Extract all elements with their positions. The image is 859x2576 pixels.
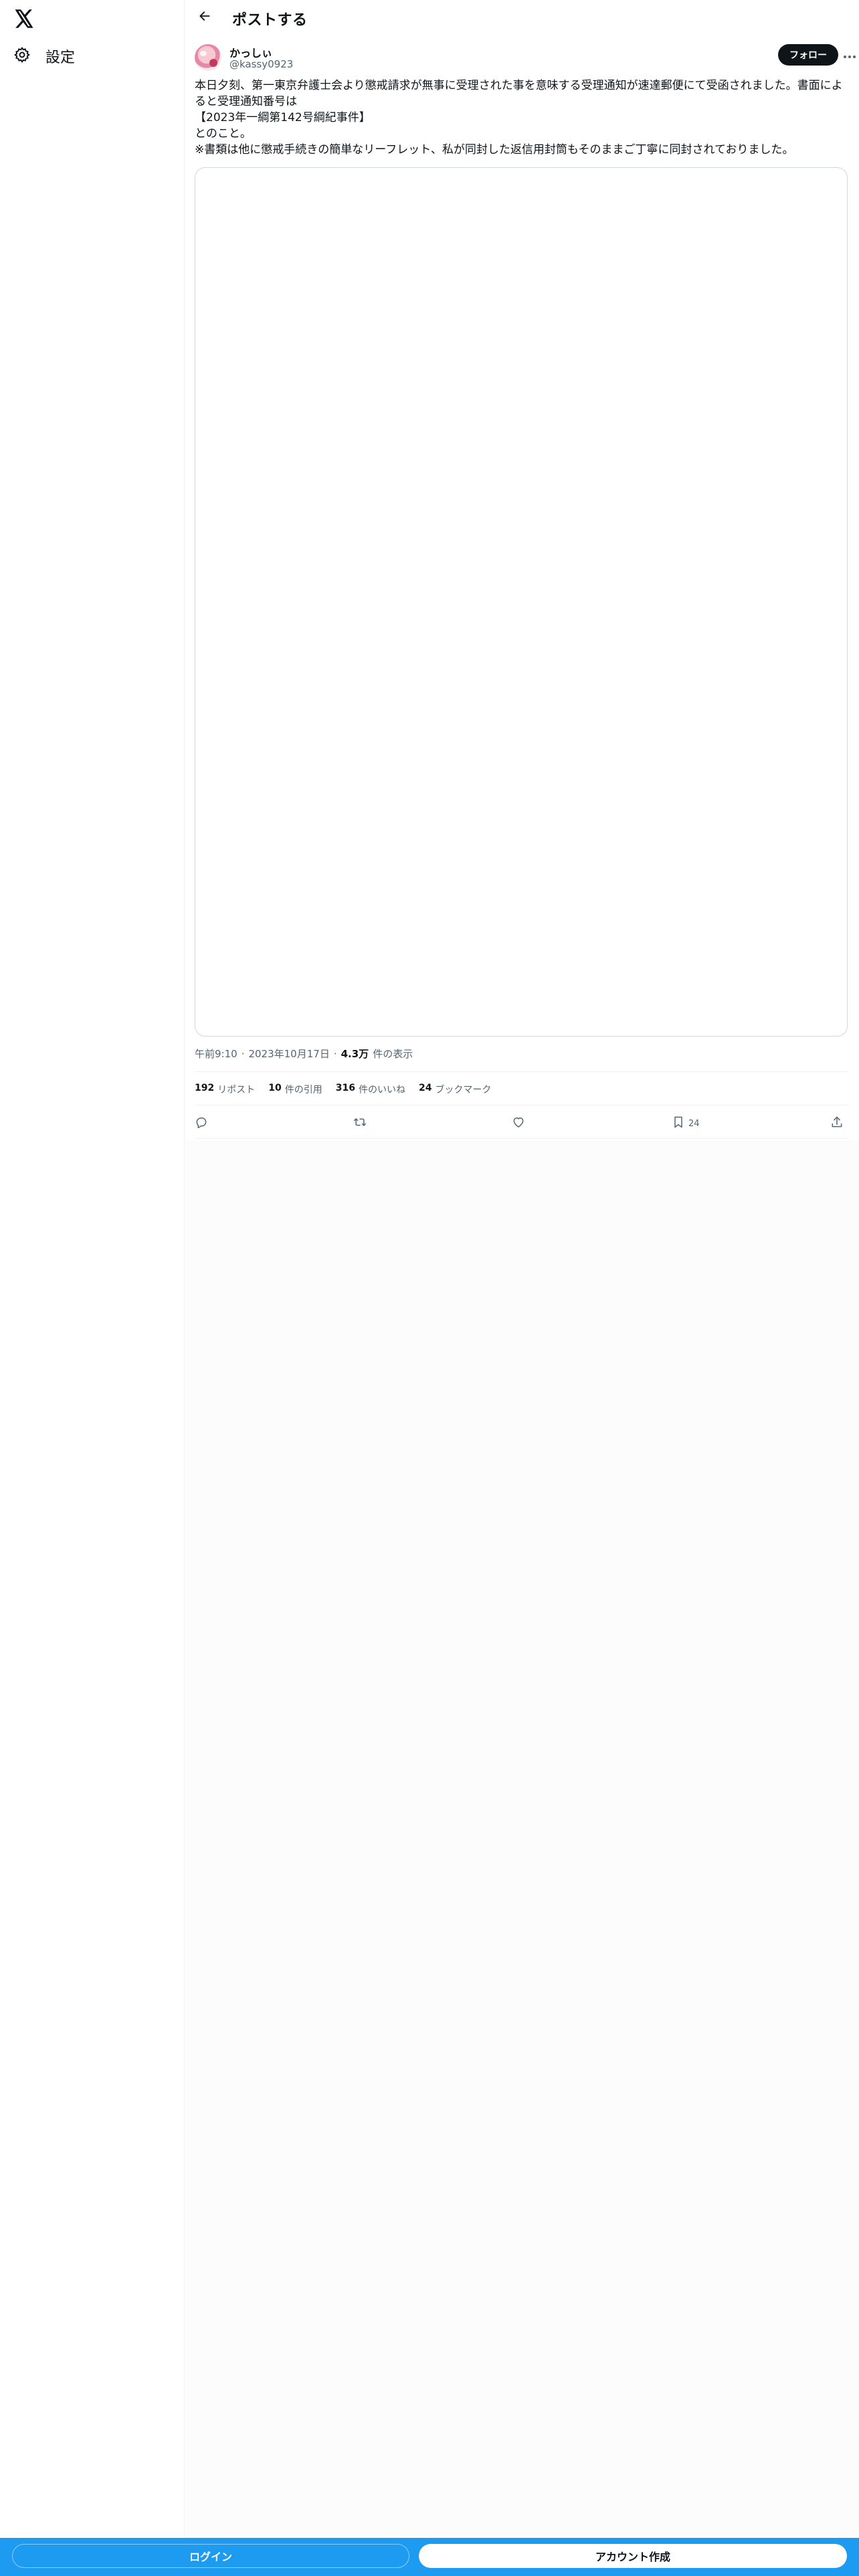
bookmark-icon <box>672 1115 684 1132</box>
post-text: 本日夕刻、第一東京弁護士会より懲戒請求が無事に受理された事を意味する受理通知が速… <box>195 79 843 156</box>
more-button[interactable] <box>841 45 858 64</box>
main-column: ポストする かっしぃ @kassy0923 フォロー 本日夕刻、第一東京弁護士会… <box>185 0 859 2576</box>
post-date[interactable]: 2023年10月17日 <box>248 1047 329 1061</box>
stat-number: 316 <box>335 1083 355 1093</box>
post-stats: 192 リポスト 10 件の引用 316 件のいいね 24 ブックマーク <box>195 1083 491 1096</box>
bookmark-count: 24 <box>688 1118 700 1129</box>
stat-label: 件の引用 <box>284 1085 322 1095</box>
stat-label: 件のいいね <box>358 1085 405 1095</box>
stat-reposts[interactable]: 192 リポスト <box>195 1083 255 1096</box>
avatar[interactable] <box>195 44 221 71</box>
repost-button[interactable] <box>353 1113 367 1134</box>
page-header: ポストする <box>185 0 859 35</box>
stat-number: 10 <box>268 1083 282 1093</box>
divider <box>195 1138 849 1139</box>
repost-icon <box>353 1115 367 1132</box>
share-button[interactable] <box>830 1113 844 1134</box>
post-meta: 午前9:10 · 2023年10月17日 · 4.3万 件の表示 <box>195 1047 413 1061</box>
bookmark-button[interactable]: 24 <box>672 1113 700 1134</box>
views-count: 4.3万 <box>341 1048 369 1060</box>
post-media[interactable] <box>195 167 848 1037</box>
reply-button[interactable] <box>195 1113 208 1134</box>
signup-bar: ログイン アカウント作成 <box>0 2538 859 2576</box>
stat-label: ブックマーク <box>435 1085 492 1095</box>
stat-likes[interactable]: 316 件のいいね <box>336 1083 405 1096</box>
gear-icon <box>13 46 31 66</box>
x-logo-icon[interactable] <box>9 4 39 33</box>
stat-quotes[interactable]: 10 件の引用 <box>268 1083 322 1096</box>
login-button[interactable]: ログイン <box>12 2544 409 2568</box>
sidebar-item-settings[interactable]: 設定 <box>9 40 84 72</box>
stat-number: 24 <box>418 1083 432 1093</box>
author-handle[interactable]: @kassy0923 <box>229 58 293 70</box>
sidebar-item-label: 設定 <box>45 49 76 66</box>
stat-label: リポスト <box>217 1085 256 1095</box>
stat-number: 192 <box>195 1083 215 1093</box>
reply-icon <box>195 1115 208 1132</box>
back-button[interactable] <box>192 5 217 30</box>
meta-separator: · <box>333 1048 337 1060</box>
post-time[interactable]: 午前9:10 <box>195 1047 237 1061</box>
stat-bookmarks[interactable]: 24 ブックマーク <box>419 1083 491 1096</box>
heart-icon <box>512 1115 525 1132</box>
more-horizontal-icon <box>843 49 856 62</box>
post-actions: 24 <box>195 1110 850 1137</box>
share-icon <box>830 1115 844 1132</box>
divider <box>195 1071 849 1072</box>
create-account-button[interactable]: アカウント作成 <box>419 2544 847 2568</box>
like-button[interactable] <box>512 1113 525 1134</box>
page: 設定 ポストする かっしぃ @kassy0923 フォロー 本日夕刻、第一東京弁… <box>0 0 859 2576</box>
follow-button[interactable]: フォロー <box>778 44 838 66</box>
post-author: かっしぃ @kassy0923 フォロー <box>195 41 856 74</box>
empty-area <box>185 1140 859 2538</box>
meta-separator: · <box>241 1048 245 1060</box>
views-label: 件の表示 <box>373 1048 413 1060</box>
page-title: ポストする <box>232 12 308 29</box>
sidebar: 設定 <box>0 0 185 2576</box>
arrow-left-icon <box>198 9 211 25</box>
